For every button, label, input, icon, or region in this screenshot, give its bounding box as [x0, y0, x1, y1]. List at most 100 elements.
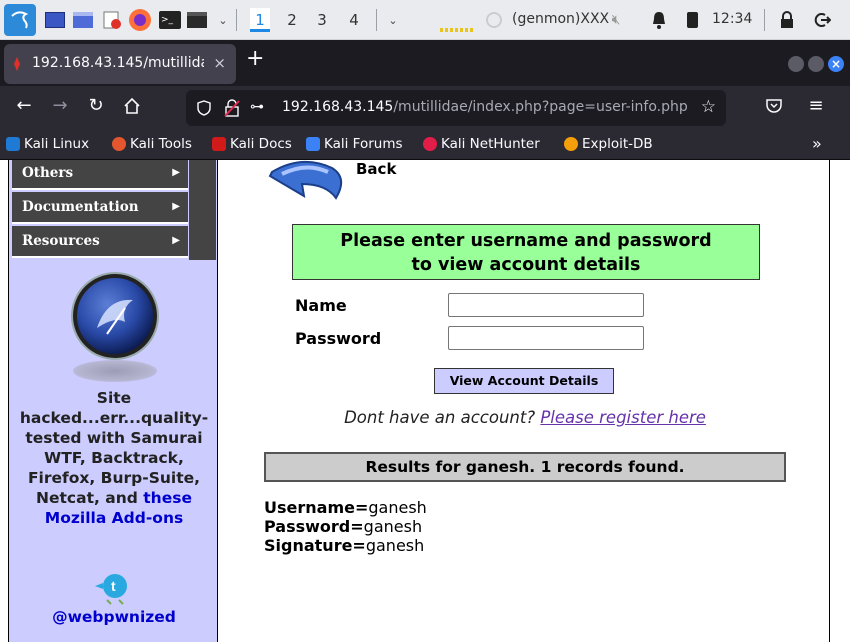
logout-icon[interactable]	[812, 10, 832, 30]
hamburger-menu-icon[interactable]: ≡	[804, 94, 828, 118]
main-content: Back Please enter username and password …	[220, 160, 830, 642]
workspace-3[interactable]: 3	[312, 8, 332, 32]
chevron-right-icon: ▶	[172, 201, 180, 212]
twitter-handle-link[interactable]: @webpwnized	[9, 608, 219, 626]
minimize-window-icon[interactable]	[788, 56, 804, 72]
password-label: Password	[295, 329, 382, 348]
record-username: Username=ganesh	[264, 498, 427, 517]
twitter-bird-icon[interactable]: t	[93, 570, 135, 610]
url-text[interactable]: 192.168.43.145/mutillidae/index.php?page…	[282, 99, 690, 115]
volume-muted-icon[interactable]: 🔇︎	[606, 10, 626, 30]
cpu-graph-icon	[440, 26, 474, 34]
genmon-label: (genmon)XXX	[512, 11, 610, 27]
lock-icon[interactable]	[778, 10, 796, 30]
owasp-logo-reflection	[73, 360, 157, 382]
instructions-line-2: to view account details	[411, 255, 641, 275]
record-key: Username=	[264, 498, 369, 517]
bookmark-label: Kali Docs	[230, 136, 292, 152]
username-input[interactable]	[448, 293, 644, 317]
register-link[interactable]: Please register here	[540, 408, 706, 427]
account-record: Username=ganesh Password=ganesh Signatur…	[264, 498, 427, 555]
chevron-right-icon: ▶	[172, 167, 180, 178]
bookmark-label: Kali Linux	[24, 136, 90, 152]
file-manager-icon[interactable]	[72, 10, 94, 30]
kali-tools-icon	[112, 137, 126, 151]
results-header: Results for ganesh. 1 records found.	[264, 452, 786, 482]
menu-item-label: Others	[22, 165, 74, 181]
menu-item-others[interactable]: Others ▶	[12, 160, 188, 190]
workspace-4[interactable]: 4	[344, 8, 364, 32]
menu-item-documentation[interactable]: Documentation ▶	[12, 192, 188, 224]
chevron-down-icon[interactable]: ⌄	[386, 10, 400, 30]
browser-tab-bar: 192.168.43.145/mutillidae ×	[0, 40, 850, 86]
desktop-top-panel: >_ ⌄ 1 2 3 4 ⌄ (genmon)XXX 🔇︎ 12:34	[0, 0, 850, 40]
permissions-key-icon[interactable]: ⊶	[250, 99, 264, 115]
bookmark-kali-tools[interactable]: Kali Tools	[112, 136, 192, 152]
kali-docs-icon	[212, 137, 226, 151]
genmon-icon	[486, 12, 502, 28]
bookmark-label: Kali NetHunter	[441, 136, 540, 152]
menu-item-label: Resources	[22, 233, 100, 249]
record-value: ganesh	[365, 536, 425, 555]
register-prompt: Dont have an account? Please register he…	[220, 408, 830, 427]
close-window-icon[interactable]: ×	[828, 56, 844, 72]
web-page: Others ▶ Documentation ▶ Resources ▶ Site h…	[0, 160, 850, 642]
chevron-down-icon[interactable]: ⌄	[216, 10, 230, 30]
workspace-1[interactable]: 1	[250, 8, 270, 32]
window-list-icon[interactable]	[184, 9, 210, 31]
bookmark-kali-forums[interactable]: Kali Forums	[306, 136, 403, 152]
shield-icon[interactable]	[196, 100, 212, 120]
view-account-details-button[interactable]: View Account Details	[434, 368, 614, 394]
bookmark-kali-linux[interactable]: Kali Linux	[6, 136, 89, 152]
record-signature: Signature=ganesh	[264, 536, 427, 555]
bookmark-exploit-db[interactable]: Exploit-DB	[564, 136, 653, 152]
browser-tab[interactable]: 192.168.43.145/mutillidae ×	[4, 44, 236, 84]
bookmark-kali-nethunter[interactable]: Kali NetHunter	[423, 136, 540, 152]
bookmark-label: Kali Tools	[130, 136, 192, 152]
battery-icon	[684, 10, 700, 30]
owasp-logo	[73, 274, 157, 358]
menu-item-label: Documentation	[22, 199, 139, 215]
pocket-icon[interactable]	[762, 94, 786, 122]
kali-forums-icon	[306, 137, 320, 151]
terminal-icon[interactable]: >_	[158, 9, 182, 31]
reload-icon[interactable]: ↻	[84, 94, 108, 118]
text-editor-icon[interactable]	[100, 9, 124, 31]
panel-separator	[376, 9, 377, 31]
register-prompt-text: Dont have an account?	[344, 408, 536, 427]
menu-rail	[189, 160, 216, 260]
insecure-lock-icon[interactable]	[224, 99, 240, 121]
maximize-window-icon[interactable]	[808, 56, 824, 72]
back-arrow-icon[interactable]: ←	[12, 94, 36, 118]
site-credits-text: Site hacked...err...quality-tested with …	[9, 388, 219, 528]
show-desktop-icon[interactable]	[44, 10, 66, 30]
password-input[interactable]	[448, 326, 644, 350]
bookmarks-overflow-button[interactable]: »	[812, 134, 822, 153]
back-arrow-icon[interactable]	[262, 160, 354, 212]
bookmark-kali-docs[interactable]: Kali Docs	[212, 136, 292, 152]
instructions-banner: Please enter username and password to vi…	[292, 224, 760, 280]
firefox-icon[interactable]	[128, 8, 152, 32]
bookmark-label: Exploit-DB	[582, 136, 653, 152]
kali-nethunter-icon	[423, 137, 437, 151]
svg-text:t: t	[111, 578, 116, 594]
bookmark-star-icon[interactable]: ☆	[701, 97, 716, 117]
instructions-line-1: Please enter username and password	[340, 231, 712, 251]
tab-close-icon[interactable]: ×	[213, 54, 226, 72]
new-tab-button[interactable]: +	[246, 48, 264, 70]
record-key: Password=	[264, 517, 364, 536]
bookmark-label: Kali Forums	[324, 136, 403, 152]
home-icon[interactable]	[120, 94, 144, 122]
workspace-2[interactable]: 2	[282, 8, 302, 32]
menu-item-resources[interactable]: Resources ▶	[12, 226, 188, 258]
exploit-db-icon	[564, 137, 578, 151]
back-link[interactable]: Back	[356, 160, 396, 178]
clock[interactable]: 12:34	[712, 11, 752, 27]
bookmarks-toolbar: Kali Linux Kali Tools Kali Docs Kali For…	[0, 130, 850, 160]
notification-bell-icon[interactable]	[650, 10, 668, 30]
tab-title: 192.168.43.145/mutillidae	[32, 55, 204, 71]
url-bar[interactable]: ⊶ 192.168.43.145/mutillidae/index.php?pa…	[186, 90, 726, 126]
panel-separator	[764, 9, 765, 31]
kali-menu-icon[interactable]	[4, 4, 36, 36]
forward-arrow-icon[interactable]: →	[48, 94, 72, 118]
